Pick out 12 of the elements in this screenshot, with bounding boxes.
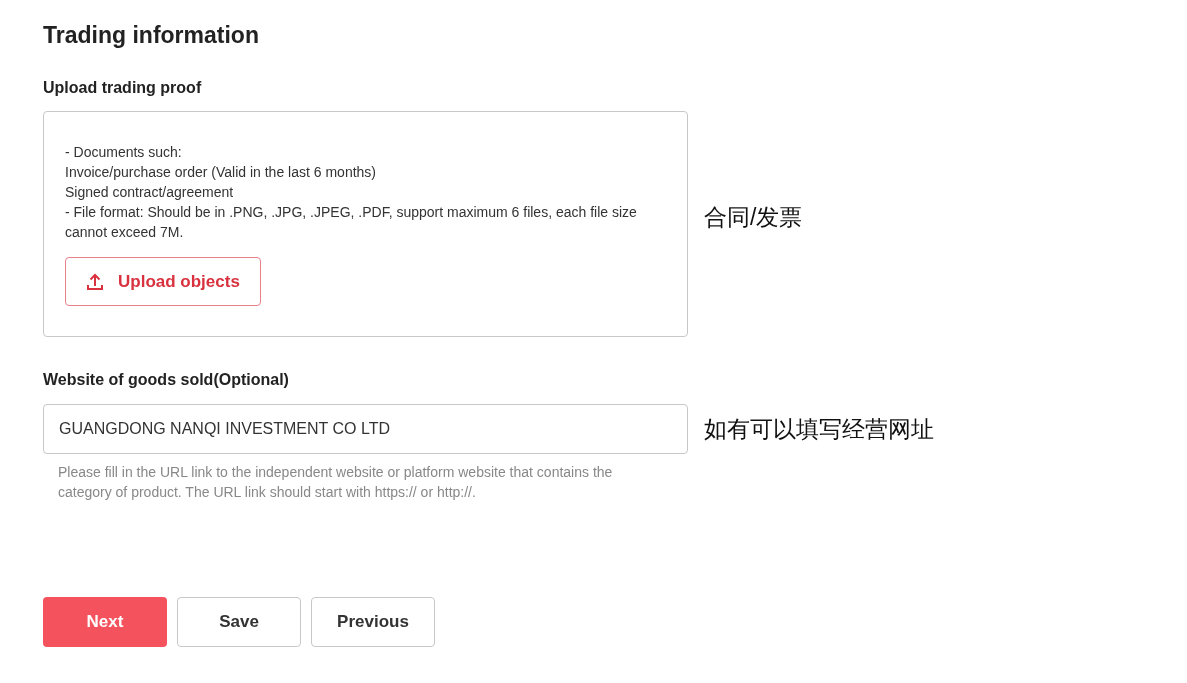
upload-button[interactable]: Upload objects — [65, 257, 261, 306]
upload-icon — [86, 272, 104, 291]
help-text: Please fill in the URL link to the independent website or platform website that contains the category of product. The URL link should start with https:// or http://. — [58, 463, 614, 502]
form-button[interactable]: Save — [177, 597, 301, 647]
annotation-text: 合同/发票 — [704, 202, 804, 232]
section-title: Trading information — [43, 22, 259, 49]
form-button[interactable]: Previous — [311, 597, 435, 647]
annotation-text: 如有可以填写经营网址 — [704, 414, 935, 444]
upload-instructions: - Documents such: Invoice/purchase order (Valid in the last 6 months) Signed contract/agreement - File format: Should be in .PNG, .JPG, .JPEG, .PDF, support maximum 6 files, each file size cannot exceed 7M. — [65, 143, 638, 242]
field-label: Upload trading proof — [43, 79, 202, 97]
field-label: Website of goods sold(Optional) — [43, 371, 289, 389]
website-field[interactable]: GUANGDONG NANQI INVESTMENT CO LTD — [43, 404, 688, 454]
